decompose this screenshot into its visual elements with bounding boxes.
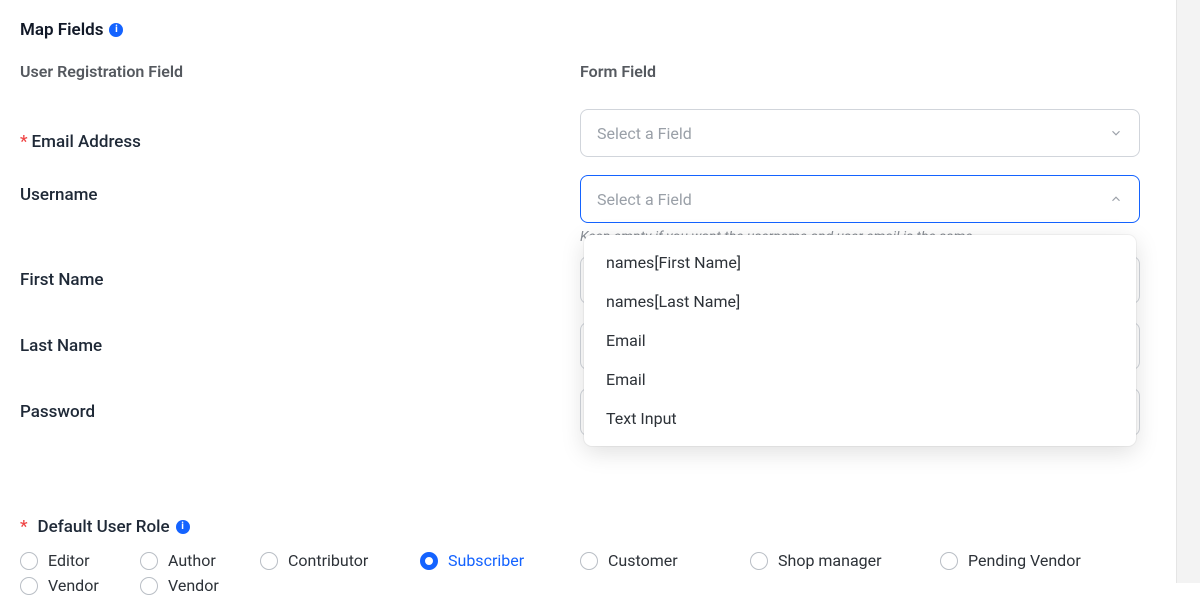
section-title-text: Map Fields	[20, 20, 103, 40]
username-dropdown[interactable]: names[First Name] names[Last Name] Email…	[584, 235, 1136, 446]
role-pending-vendor[interactable]: Pending Vendor	[940, 551, 1130, 570]
dropdown-option[interactable]: names[Last Name]	[584, 282, 1136, 321]
dropdown-option[interactable]: Email	[584, 321, 1136, 360]
password-label: Password	[20, 402, 95, 422]
username-select[interactable]: Select a Field	[580, 175, 1140, 223]
role-editor[interactable]: Editor	[20, 551, 140, 570]
username-select-placeholder: Select a Field	[597, 190, 692, 209]
dropdown-option[interactable]: names[First Name]	[584, 243, 1136, 282]
role-author[interactable]: Author	[140, 551, 260, 570]
firstname-label: First Name	[20, 270, 103, 290]
role-vendor-2[interactable]: Vendor	[140, 576, 260, 595]
dropdown-option[interactable]: Email	[584, 360, 1136, 399]
right-column-header: Form Field	[580, 62, 1140, 81]
required-mark: *	[20, 132, 28, 152]
role-shop-manager[interactable]: Shop manager	[750, 551, 940, 570]
email-label: *Email Address	[20, 132, 141, 152]
email-select-placeholder: Select a Field	[597, 124, 692, 143]
username-label: Username	[20, 185, 98, 205]
role-options: Editor Author Contributor Subscriber Cus…	[20, 551, 1152, 595]
role-subscriber[interactable]: Subscriber	[420, 551, 580, 570]
lastname-label: Last Name	[20, 336, 102, 356]
chevron-up-icon	[1109, 192, 1123, 206]
scrollbar[interactable]	[1176, 0, 1200, 583]
default-role-title: * Default User Role i	[20, 517, 1152, 537]
email-select[interactable]: Select a Field	[580, 109, 1140, 157]
required-mark: *	[20, 517, 28, 537]
chevron-down-icon	[1109, 126, 1123, 140]
role-contributor[interactable]: Contributor	[260, 551, 420, 570]
left-column-header: User Registration Field	[20, 62, 580, 81]
dropdown-option[interactable]: Text Input	[584, 399, 1136, 438]
role-vendor[interactable]: Vendor	[20, 576, 140, 595]
role-customer[interactable]: Customer	[580, 551, 750, 570]
info-icon[interactable]: i	[109, 23, 123, 37]
info-icon[interactable]: i	[176, 520, 190, 534]
section-title: Map Fields i	[20, 20, 1152, 40]
